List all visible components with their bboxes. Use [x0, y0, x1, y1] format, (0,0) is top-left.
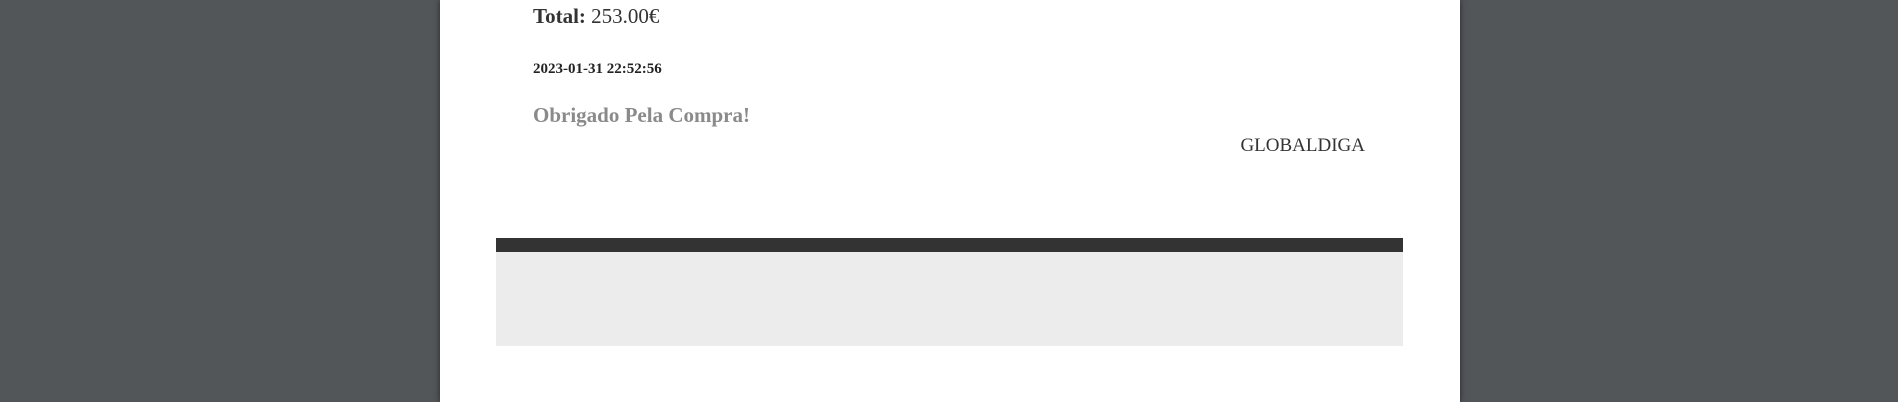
total-value: 253.00€ — [591, 4, 660, 28]
thanks-message: Obrigado Pela Compra! — [533, 103, 750, 127]
footer-box — [496, 252, 1403, 346]
document-page: Total: 253.00€ 2023-01-31 22:52:56 Obrig… — [440, 0, 1460, 402]
footer-divider-bar — [496, 238, 1403, 252]
total-label: Total: — [533, 4, 586, 28]
total-line: Total: 253.00€ — [533, 4, 659, 29]
company-name: GLOBALDIGA — [1240, 135, 1365, 156]
receipt-timestamp: 2023-01-31 22:52:56 — [533, 61, 662, 77]
pdf-viewer: Total: 253.00€ 2023-01-31 22:52:56 Obrig… — [0, 0, 1898, 402]
